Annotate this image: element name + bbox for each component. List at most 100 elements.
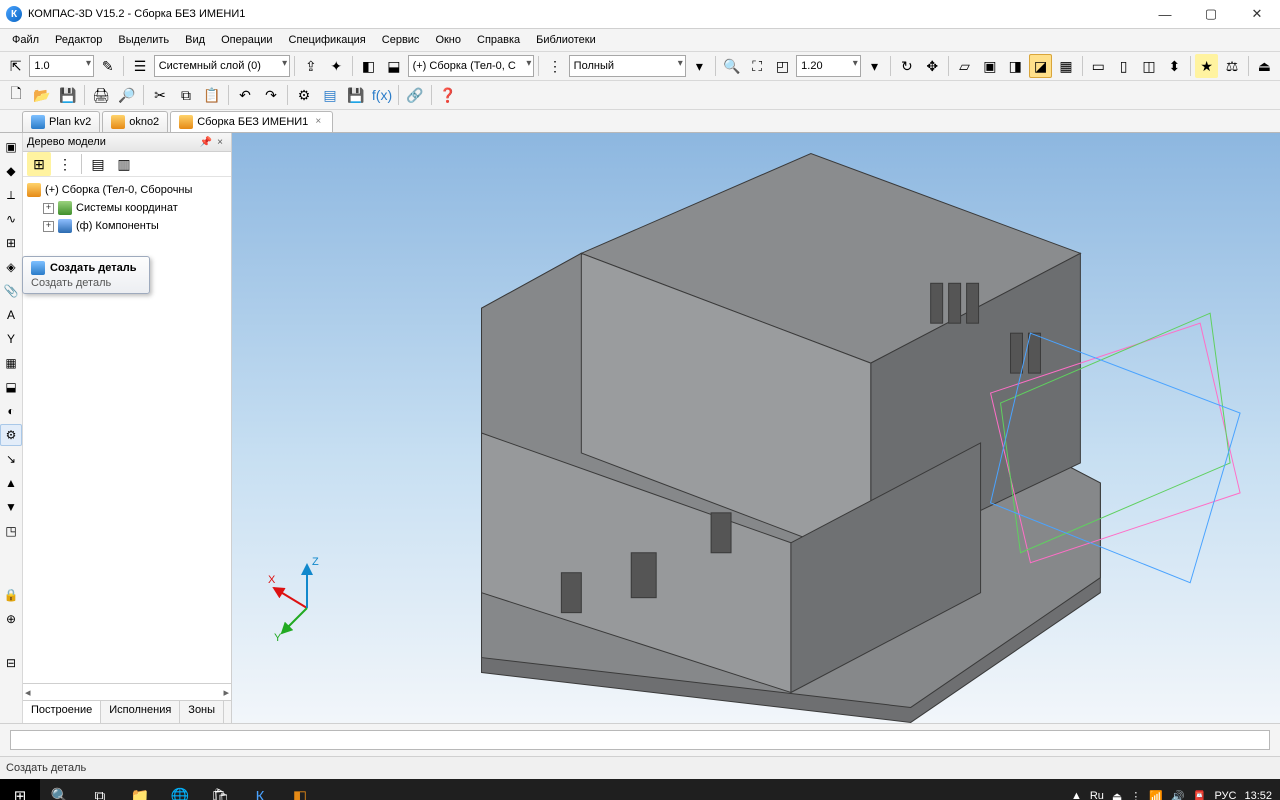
paste-icon[interactable]: 📋 bbox=[200, 83, 224, 107]
tree-tb-3-icon[interactable]: ▤ bbox=[86, 152, 110, 176]
layers-icon[interactable]: ☰ bbox=[128, 54, 151, 78]
eqn-icon[interactable]: f(x) bbox=[370, 83, 394, 107]
tray-eject-icon[interactable]: ⏏ bbox=[1112, 790, 1122, 800]
link-icon[interactable]: 🔗 bbox=[403, 83, 427, 107]
close-tab-icon[interactable]: × bbox=[312, 116, 324, 128]
rotate-icon[interactable]: ↻ bbox=[895, 54, 918, 78]
side-tool-12-icon[interactable]: ◐ bbox=[0, 400, 22, 422]
system-tray[interactable]: ▲ Ru ⏏ ⋮ 📶 🔊 📮 РУС 13:52 bbox=[1063, 790, 1280, 800]
tray-volume-icon[interactable]: 🔊 bbox=[1171, 790, 1185, 800]
tool-d-icon[interactable]: ⬓ bbox=[382, 54, 405, 78]
kompas-taskbar-icon[interactable]: К bbox=[240, 779, 280, 800]
side-tool-15-icon[interactable]: ▲ bbox=[0, 472, 22, 494]
side-tool-14-icon[interactable]: ↘ bbox=[0, 448, 22, 470]
tab-okno2[interactable]: okno2 bbox=[102, 111, 168, 132]
tool-a-icon[interactable]: ⇪ bbox=[299, 54, 322, 78]
open-icon[interactable]: 📂 bbox=[30, 83, 54, 107]
side-tool-19-icon[interactable]: ⊕ bbox=[0, 608, 22, 630]
model-tree[interactable]: (+) Сборка (Тел-0, Сборочны + Системы ко… bbox=[23, 177, 231, 683]
side-tool-1-icon[interactable]: ▣ bbox=[0, 136, 22, 158]
cut-icon[interactable]: ✂ bbox=[148, 83, 172, 107]
list-icon[interactable]: ⋮ bbox=[543, 54, 566, 78]
tab-assembly-unnamed[interactable]: Сборка БЕЗ ИМЕНИ1 × bbox=[170, 111, 333, 132]
tray-action-icon[interactable]: 📮 bbox=[1193, 790, 1207, 800]
dropdown-icon[interactable]: ▾ bbox=[688, 54, 711, 78]
menu-help[interactable]: Справка bbox=[469, 32, 528, 48]
side-tool-3-icon[interactable]: ⟂ bbox=[0, 184, 22, 206]
orbit-icon[interactable]: ✥ bbox=[921, 54, 944, 78]
menu-service[interactable]: Сервис bbox=[374, 32, 428, 48]
start-button[interactable]: ⊞ bbox=[0, 779, 40, 800]
tray-more-icon[interactable]: ⋮ bbox=[1130, 790, 1141, 800]
tree-item-components[interactable]: + (ф) Компоненты bbox=[25, 217, 229, 235]
pin-icon[interactable]: 📌 bbox=[199, 135, 213, 149]
ttab-build[interactable]: Построение bbox=[23, 701, 101, 723]
side-tool-6-icon[interactable]: ◈ bbox=[0, 256, 22, 278]
side-tool-9-icon[interactable]: Y bbox=[0, 328, 22, 350]
layer-icon[interactable]: ✎ bbox=[96, 54, 119, 78]
tree-hscroll[interactable]: ◂▸ bbox=[23, 683, 231, 700]
exit-icon[interactable]: ⏏ bbox=[1253, 54, 1276, 78]
shaded-edges-icon[interactable]: ◪ bbox=[1029, 54, 1052, 78]
side-tool-20-icon[interactable]: ⊟ bbox=[0, 652, 22, 674]
tray-clock[interactable]: 13:52 bbox=[1244, 790, 1272, 800]
search-icon[interactable]: 🔍 bbox=[40, 779, 80, 800]
spec-icon[interactable]: ▤ bbox=[318, 83, 342, 107]
ttab-zones[interactable]: Зоны bbox=[180, 701, 224, 723]
tree-tb-2-icon[interactable]: ⋮ bbox=[53, 152, 77, 176]
side-tool-17-icon[interactable]: ◳ bbox=[0, 520, 22, 542]
tree-tb-1-icon[interactable]: ⊞ bbox=[27, 152, 51, 176]
side-tool-16-icon[interactable]: ▼ bbox=[0, 496, 22, 518]
zoom-combo[interactable]: 1.20 bbox=[796, 55, 861, 77]
store-icon[interactable]: 🛍 bbox=[200, 779, 240, 800]
side-tool-18-icon[interactable]: 🔒 bbox=[0, 584, 22, 606]
side-tool-8-icon[interactable]: A bbox=[0, 304, 22, 326]
menu-editor[interactable]: Редактор bbox=[47, 32, 110, 48]
tool-b-icon[interactable]: ✦ bbox=[325, 54, 348, 78]
layer-combo[interactable]: Системный слой (0) bbox=[154, 55, 290, 77]
props-icon[interactable]: ⚙ bbox=[292, 83, 316, 107]
menu-operations[interactable]: Операции bbox=[213, 32, 280, 48]
hlr-icon[interactable]: ▣ bbox=[978, 54, 1001, 78]
zoom-in-icon[interactable]: 🔍 bbox=[720, 54, 743, 78]
display-combo[interactable]: Полный bbox=[569, 55, 686, 77]
ttab-variants[interactable]: Исполнения bbox=[101, 701, 180, 723]
tool-c-icon[interactable]: ◧ bbox=[357, 54, 380, 78]
minimize-button[interactable]: — bbox=[1142, 0, 1188, 28]
tree-root[interactable]: (+) Сборка (Тел-0, Сборочны bbox=[25, 181, 229, 199]
maximize-button[interactable]: ▢ bbox=[1188, 0, 1234, 28]
snap-icon[interactable]: ⇱ bbox=[4, 54, 27, 78]
wire-icon[interactable]: ▱ bbox=[953, 54, 976, 78]
view3-icon[interactable]: ◫ bbox=[1137, 54, 1160, 78]
tray-keyboard-lang[interactable]: РУС bbox=[1214, 790, 1236, 800]
side-tool-2-icon[interactable]: ◆ bbox=[0, 160, 22, 182]
tray-up-icon[interactable]: ▲ bbox=[1071, 790, 1082, 800]
menu-specification[interactable]: Спецификация bbox=[281, 32, 374, 48]
tab-plan-kv2[interactable]: Plan kv2 bbox=[22, 111, 100, 132]
edge-icon[interactable]: 🌐 bbox=[160, 779, 200, 800]
app-taskbar-icon[interactable]: ◧ bbox=[280, 779, 320, 800]
menu-window[interactable]: Окно bbox=[427, 32, 469, 48]
menu-select[interactable]: Выделить bbox=[110, 32, 177, 48]
taskview-icon[interactable]: ⧉ bbox=[80, 779, 120, 800]
menu-view[interactable]: Вид bbox=[177, 32, 213, 48]
side-tool-7-icon[interactable]: 📎 bbox=[0, 280, 22, 302]
highlight-icon[interactable]: ★ bbox=[1195, 54, 1218, 78]
new-icon[interactable]: 🗋 bbox=[4, 83, 28, 107]
expand-icon[interactable]: + bbox=[43, 203, 54, 214]
explorer-icon[interactable]: 📁 bbox=[120, 779, 160, 800]
zoom-dd-icon[interactable]: ▾ bbox=[863, 54, 886, 78]
menu-file[interactable]: Файл bbox=[4, 32, 47, 48]
scale-combo[interactable]: 1.0 bbox=[29, 55, 94, 77]
menu-libraries[interactable]: Библиотеки bbox=[528, 32, 604, 48]
assembly-combo[interactable]: (+) Сборка (Тел-0, С bbox=[408, 55, 535, 77]
side-tool-10-icon[interactable]: ▦ bbox=[0, 352, 22, 374]
tray-lang-icon[interactable]: Ru bbox=[1090, 790, 1104, 800]
view4-icon[interactable]: ⬍ bbox=[1163, 54, 1186, 78]
side-tool-4-icon[interactable]: ∿ bbox=[0, 208, 22, 230]
view1-icon[interactable]: ▭ bbox=[1087, 54, 1110, 78]
tree-tb-4-icon[interactable]: ▥ bbox=[112, 152, 136, 176]
shaded-icon[interactable]: ◨ bbox=[1004, 54, 1027, 78]
side-tool-create-part-icon[interactable]: ⚙ bbox=[0, 424, 22, 446]
help-icon[interactable]: ❓ bbox=[436, 83, 460, 107]
